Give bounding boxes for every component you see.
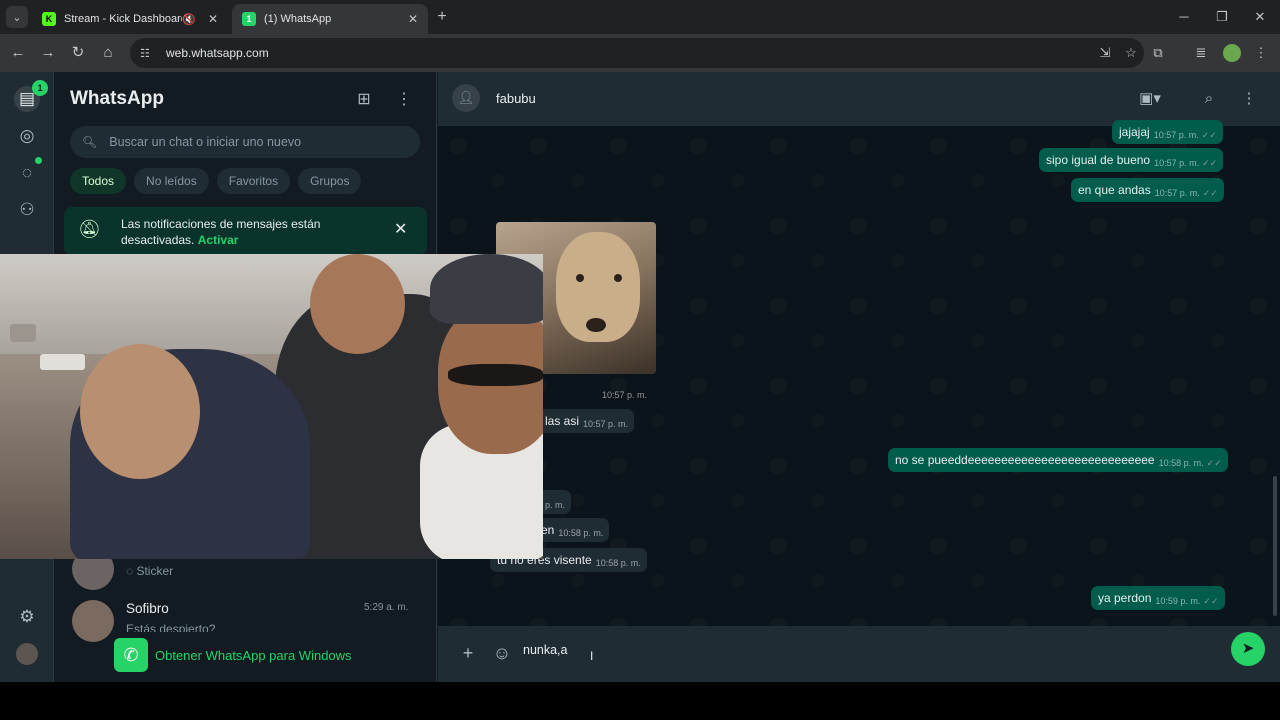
message-outgoing[interactable]: no se pueeddeeeeeeeeeeeeeeeeeeeeeeeeeeee… <box>888 448 1228 472</box>
media-control-icon[interactable]: ≣ <box>1190 43 1212 63</box>
chat-time: 5:29 a. m. <box>364 602 409 613</box>
conversation-panel: 👤︎ fabubu ▣▾ ⌕ ⋮ jajajaj 10:57 p. m. ✓✓ si… <box>438 72 1280 682</box>
filter-all[interactable]: Todos <box>70 168 127 194</box>
back-icon[interactable]: ← <box>8 43 28 63</box>
contact-avatar-icon[interactable]: 👤︎ <box>452 84 480 112</box>
whatsapp-favicon-icon: 1 <box>242 12 256 26</box>
search-icon: 🔍︎ <box>82 135 98 149</box>
chat-name: Sofibro <box>126 601 169 616</box>
close-window-button[interactable]: ✕ <box>1242 6 1278 28</box>
search-input[interactable]: 🔍︎ Buscar un chat o iniciar uno nuevo <box>70 126 420 158</box>
message-incoming[interactable]: las asi 10:57 p. m. <box>538 409 635 433</box>
read-ticks-icon: ✓✓ <box>1201 129 1217 140</box>
new-activity-dot <box>35 157 42 164</box>
reload-icon[interactable]: ↻ <box>68 43 88 63</box>
get-app-text: Obtener WhatsApp para Windows <box>155 647 352 663</box>
minimize-button[interactable]: ─ <box>1166 6 1202 28</box>
bookmark-star-icon[interactable]: ☆ <box>1118 45 1144 61</box>
avatar <box>72 600 114 642</box>
read-ticks-icon: ✓✓ <box>1203 595 1219 606</box>
message-composer: + ☺ nunka,a I ➤ <box>438 626 1280 682</box>
webcam-overlay <box>0 254 543 559</box>
new-tab-button[interactable]: + <box>432 7 452 27</box>
close-icon[interactable]: ✕ <box>394 219 407 239</box>
communities-icon[interactable]: ⚇ <box>14 197 40 223</box>
message-outgoing[interactable]: sipo igual de bueno 10:57 p. m. ✓✓ <box>1039 148 1224 172</box>
bell-off-icon: 🔕︎ <box>78 219 101 239</box>
message-input[interactable]: nunka,a <box>523 643 567 657</box>
settings-icon[interactable]: ⚙ <box>14 604 40 630</box>
chat-preview: Estás despierto? <box>126 622 216 632</box>
install-app-icon[interactable]: ⇲ <box>1092 45 1118 61</box>
channels-icon[interactable]: ◌ <box>14 160 40 186</box>
read-ticks-icon: ✓✓ <box>1202 157 1218 168</box>
site-info-icon[interactable]: ☷ <box>140 47 156 60</box>
conversation-header[interactable]: 👤︎ fabubu ▣▾ ⌕ ⋮ <box>438 72 1280 126</box>
extensions-icon[interactable]: ⧉ <box>1147 43 1169 63</box>
message-outgoing[interactable]: en que andas 10:57 p. m. ✓✓ <box>1071 178 1224 202</box>
menu-icon[interactable]: ⋮ <box>392 88 416 112</box>
muted-audio-icon[interactable]: 🔇 <box>182 13 196 26</box>
search-icon[interactable]: ⌕ <box>1197 88 1221 110</box>
message-outgoing[interactable]: jajajaj 10:57 p. m. ✓✓ <box>1112 120 1223 144</box>
search-placeholder: Buscar un chat o iniciar uno nuevo <box>109 135 302 149</box>
message-outgoing[interactable]: ya perdon 10:59 p. m. ✓✓ <box>1091 586 1225 610</box>
sticker-icon[interactable]: ☺ <box>490 641 514 665</box>
filter-favorites[interactable]: Favoritos <box>216 168 291 194</box>
forward-icon[interactable]: → <box>38 43 58 63</box>
filter-groups[interactable]: Grupos <box>298 168 362 194</box>
read-ticks-icon: ✓✓ <box>1206 457 1222 468</box>
send-button[interactable]: ➤ <box>1231 632 1265 666</box>
restore-button[interactable]: ❐ <box>1204 6 1240 28</box>
menu-icon[interactable]: ⋮ <box>1237 88 1261 110</box>
tab-kick-dashboard[interactable]: K Stream - Kick Dashboard 🔇 ✕ <box>32 4 228 34</box>
unread-badge: 1 <box>32 80 48 96</box>
tab-search-button[interactable]: ⌄ <box>6 6 28 28</box>
contact-name: fabubu <box>496 91 536 106</box>
profile-avatar[interactable] <box>16 643 38 665</box>
get-windows-app[interactable]: ✆ Obtener WhatsApp para Windows <box>114 638 352 672</box>
browser-menu-icon[interactable]: ⋮ <box>1250 43 1272 63</box>
tab-title: (1) WhatsApp <box>264 13 332 25</box>
tab-whatsapp[interactable]: 1 (1) WhatsApp ✕ <box>232 4 428 34</box>
whatsapp-logo-icon: ✆ <box>114 638 148 672</box>
tab-title: Stream - Kick Dashboard <box>64 13 183 25</box>
filter-unread[interactable]: No leídos <box>134 168 209 194</box>
url-text: web.whatsapp.com <box>166 46 269 60</box>
app-title: WhatsApp <box>70 88 164 109</box>
browser-tabbar: ⌄ K Stream - Kick Dashboard 🔇 ✕ 1 (1) Wh… <box>0 0 1280 34</box>
profile-avatar[interactable] <box>1223 44 1241 62</box>
kick-favicon-icon: K <box>42 12 56 26</box>
close-tab-icon[interactable]: ✕ <box>404 12 422 26</box>
read-ticks-icon: ✓✓ <box>1202 187 1218 198</box>
home-icon[interactable]: ⌂ <box>98 43 118 63</box>
chat-preview: ◌ Sticker <box>126 564 174 578</box>
text-cursor: I <box>590 649 594 663</box>
enable-notifications-link[interactable]: Activar <box>198 233 239 247</box>
message-incoming[interactable]: en 10:58 p. m. <box>534 518 610 542</box>
browser-toolbar: ← → ↻ ⌂ ☷ web.whatsapp.com ⇲ ☆ ⧉ ≣ ⋮ <box>0 34 1280 72</box>
new-chat-icon[interactable]: ⊞ <box>352 88 376 112</box>
scrollbar[interactable] <box>1273 476 1277 616</box>
attach-icon[interactable]: + <box>456 641 480 665</box>
notice-text: Las notificaciones de mensajes están des… <box>121 217 321 247</box>
message-time: 10:57 p. m. <box>602 390 648 400</box>
message-list: jajajaj 10:57 p. m. ✓✓ sipo igual de bueno… <box>438 120 1280 626</box>
status-icon[interactable]: ◎ <box>14 123 40 149</box>
address-bar[interactable]: ☷ web.whatsapp.com ⇲ ☆ <box>130 38 1144 68</box>
notifications-banner: 🔕︎ Las notificaciones de mensajes están … <box>64 207 427 255</box>
close-tab-icon[interactable]: ✕ <box>204 12 222 26</box>
filter-chips: Todos No leídos Favoritos Grupos <box>70 168 362 194</box>
video-call-icon[interactable]: ▣▾ <box>1138 88 1162 110</box>
